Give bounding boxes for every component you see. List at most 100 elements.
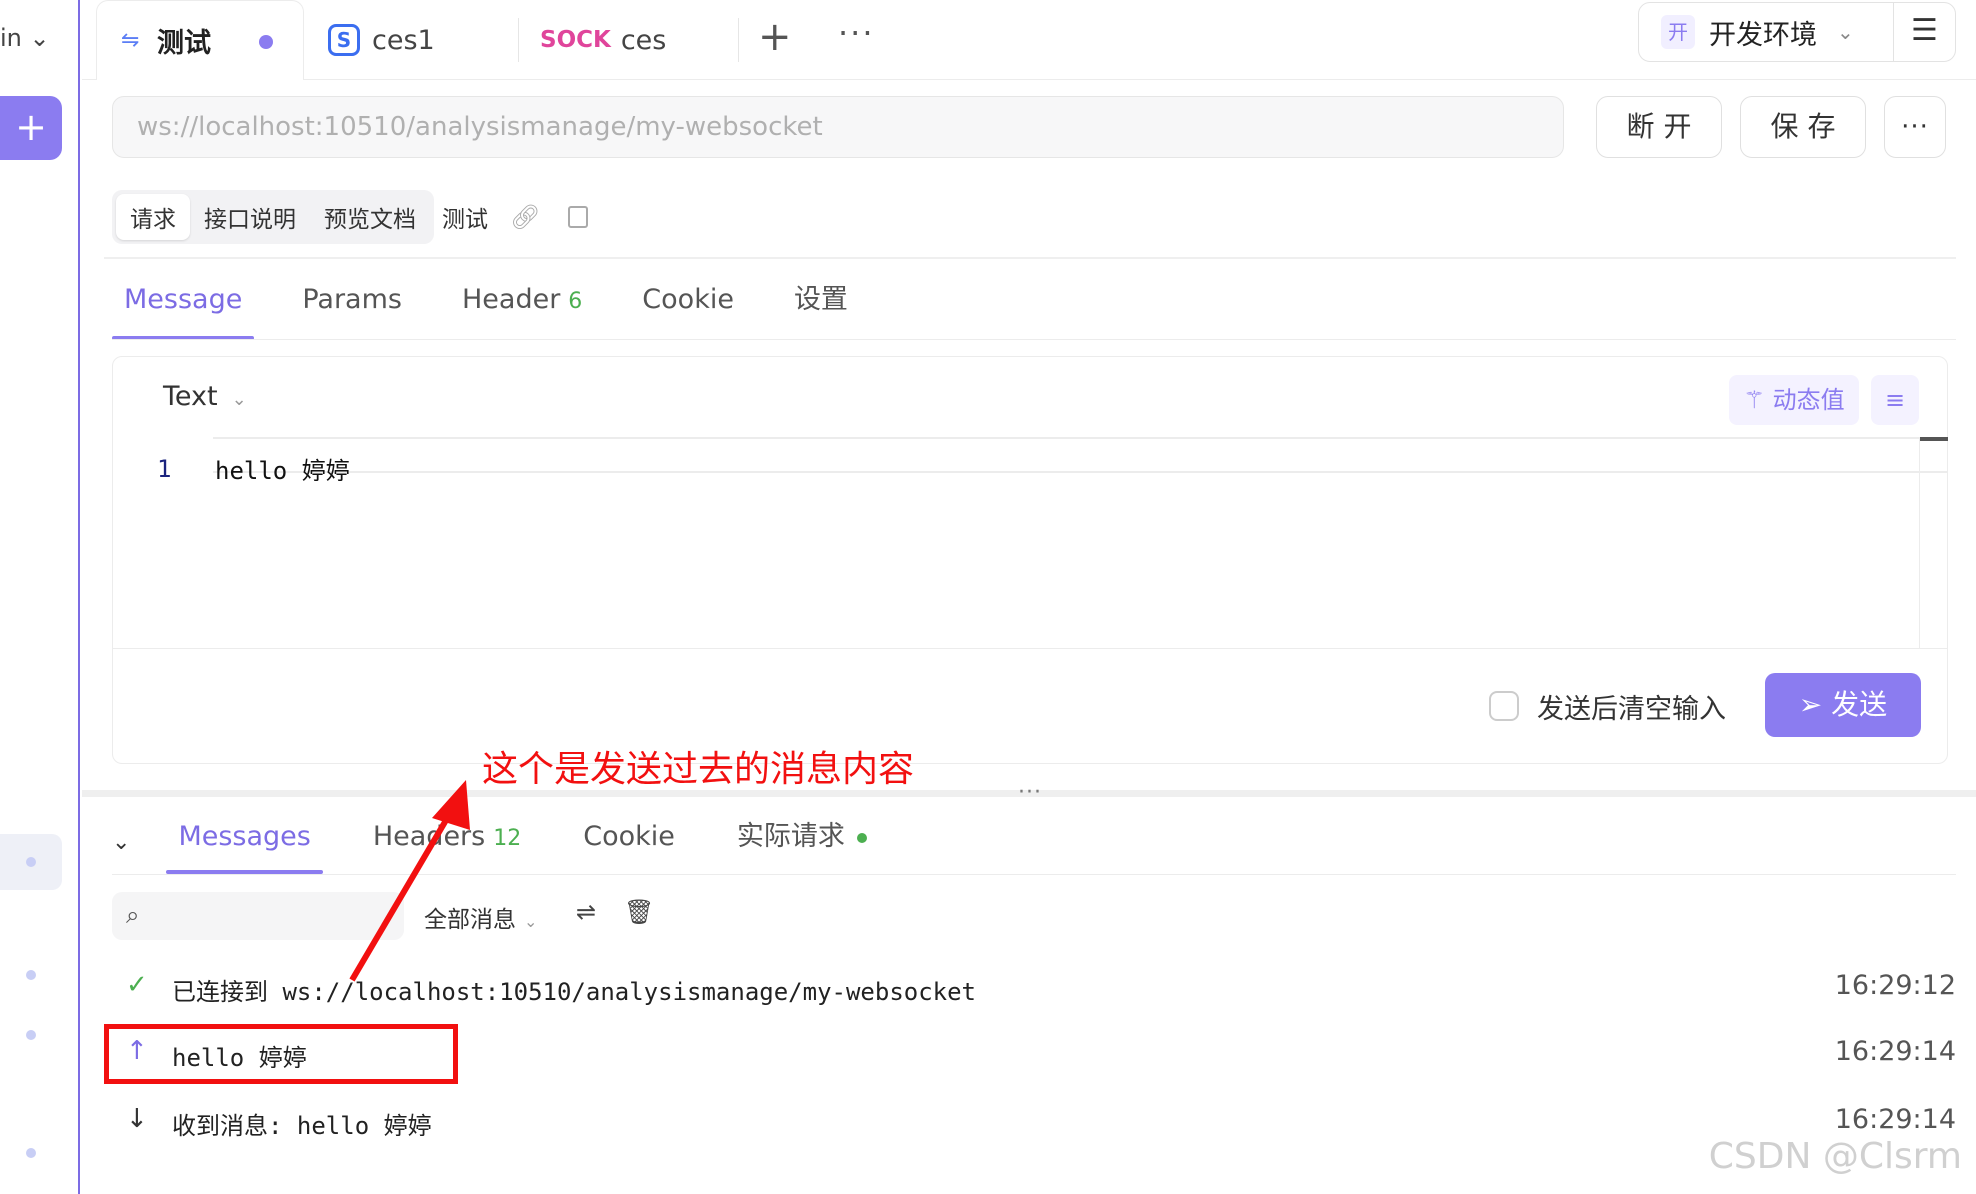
tree-dot	[26, 1148, 36, 1158]
tab-actual-request-label: 实际请求	[736, 821, 845, 852]
message-time: 16:29:14	[1834, 1104, 1956, 1135]
doc-tab-test[interactable]: 测试	[442, 200, 488, 234]
annotation-text: 这个是发送过去的消息内容	[482, 749, 915, 790]
tab-messages[interactable]: Messages	[166, 810, 324, 874]
doc-tab-segment: 请求 接口说明 预览文档	[112, 190, 434, 244]
doc-tab-description[interactable]: 接口说明	[190, 194, 310, 240]
editor-content[interactable]: hello 婷婷	[215, 451, 350, 486]
tab-label: ces	[620, 24, 667, 56]
tab-ces1[interactable]: S ces1	[328, 0, 518, 80]
unsaved-dot	[259, 35, 273, 49]
tab-cookie[interactable]: Cookie	[630, 280, 746, 340]
more-tabs-button[interactable]: ···	[838, 14, 875, 52]
environment-selector[interactable]: 开 开发环境 ⌄ ☰	[1638, 2, 1956, 62]
status-dot	[856, 832, 867, 843]
trash-icon[interactable]: 🗑︎	[624, 898, 654, 926]
annotation-arrow	[349, 780, 470, 982]
scrollbar-thumb[interactable]	[1920, 437, 1948, 441]
doc-tab-preview[interactable]: 预览文档	[310, 194, 430, 240]
dynamic-value-button[interactable]: ⚚ 动态值	[1729, 375, 1859, 425]
env-badge: 开	[1661, 15, 1695, 49]
clear-after-send-label[interactable]: 发送后清空输入	[1537, 687, 1726, 726]
clear-after-send-checkbox[interactable]	[1489, 691, 1519, 721]
arrow-down-icon: ↓	[126, 1104, 148, 1134]
collapse-chevron-icon[interactable]: ⌄	[112, 830, 130, 855]
tab-params-label: Params	[302, 284, 402, 315]
tab-sock-ces[interactable]: SOCK ces	[540, 0, 730, 80]
tab-separator	[738, 18, 739, 62]
message-text: 收到消息: hello 婷婷	[172, 1112, 432, 1140]
send-label: 发送	[1831, 688, 1888, 721]
tree-dot	[26, 1030, 36, 1040]
tab-header-label: Header	[461, 284, 561, 315]
tree-dot	[26, 970, 36, 980]
tab-header[interactable]: Header 6	[450, 280, 594, 340]
wrap-lines-icon[interactable]: ⇌	[576, 898, 596, 926]
hamburger-menu-icon[interactable]: ☰	[1893, 3, 1955, 61]
tab-message-label: Message	[124, 284, 243, 315]
message-time: 16:29:14	[1834, 1036, 1956, 1067]
tab-messages-label: Messages	[178, 821, 311, 852]
doc-tab-request[interactable]: 请求	[116, 194, 190, 240]
tab-cookie-label: Cookie	[583, 821, 675, 852]
doc-tabs: 请求 接口说明 预览文档 测试 🔗︎	[112, 190, 589, 244]
save-button[interactable]: 保 存	[1740, 96, 1866, 158]
message-text: 已连接到 ws://localhost:10510/analysismanage…	[172, 978, 977, 1006]
headers-count: 12	[493, 826, 522, 851]
websocket-icon: ⇋	[121, 27, 140, 53]
workspace-selector[interactable]: in ⌄	[0, 24, 50, 52]
active-line-highlight	[213, 437, 1947, 473]
message-row[interactable]: ↓ 收到消息: hello 婷婷 16:29:14	[112, 1092, 1956, 1152]
tab-cookie-label: Cookie	[642, 284, 734, 315]
tab-label: 测试	[157, 28, 211, 59]
add-button[interactable]: +	[0, 96, 62, 160]
chevron-down-icon: ⌄	[524, 912, 538, 931]
editor-scrollbar[interactable]	[1919, 437, 1948, 649]
tab-label: ces1	[372, 24, 435, 56]
connected-check-icon: ✓	[126, 970, 148, 1000]
magic-wand-icon: ⚚	[1743, 386, 1773, 414]
tab-actual-request[interactable]: 实际请求	[725, 810, 879, 874]
link-icon[interactable]: 🔗︎	[510, 203, 540, 231]
more-options-button[interactable]: ···	[1884, 96, 1946, 158]
code-editor[interactable]: 1 hello 婷婷	[113, 437, 1948, 649]
env-name: 开发环境	[1709, 19, 1817, 51]
header-count: 6	[568, 289, 583, 314]
tab-response-cookie[interactable]: Cookie	[571, 810, 687, 874]
copy-icon[interactable]	[568, 206, 589, 228]
paper-plane-icon: ➢	[1798, 688, 1832, 721]
search-icon: ⌕	[126, 901, 140, 929]
sock-prefix: SOCK	[540, 27, 611, 53]
divider	[104, 257, 1956, 259]
chevron-down-icon: ⌄	[1837, 20, 1854, 44]
tab-params[interactable]: Params	[290, 280, 414, 340]
request-tabs: Message Params Header 6 Cookie 设置	[112, 280, 896, 340]
response-tabs: ⌄ Messages Headers 12 Cookie 实际请求	[112, 810, 917, 874]
tab-message[interactable]: Message	[112, 280, 255, 340]
tab-separator	[518, 18, 519, 62]
new-tab-button[interactable]: +	[758, 14, 792, 60]
send-button[interactable]: ➢ 发送	[1765, 673, 1921, 737]
message-time: 16:29:12	[1834, 970, 1956, 1001]
line-number: 1	[157, 455, 172, 483]
watermark: CSDN @Clsrm	[1708, 1136, 1962, 1177]
word-wrap-icon[interactable]: ≡	[1871, 375, 1919, 425]
divider	[112, 339, 1956, 340]
tab-websocket-test[interactable]: ⇋ 测试	[96, 0, 304, 80]
chevron-down-icon: ⌄	[231, 389, 247, 410]
message-editor-panel: Text ⌄ ⚚ 动态值 ≡ 1 hello 婷婷 发送后清空输入 ➢ 发送	[112, 356, 1948, 764]
app-root: in ⌄ + ⇋ 测试 S ces1 SOCK ces + ··· 开 开发环境…	[0, 0, 1976, 1194]
format-select[interactable]: Text ⌄	[163, 381, 247, 412]
disconnect-button[interactable]: 断 开	[1596, 96, 1722, 158]
drag-handle-icon[interactable]: ···	[1018, 780, 1042, 805]
format-value: Text	[163, 381, 218, 412]
left-sidebar: in ⌄ +	[0, 0, 80, 1194]
tree-dot	[26, 857, 36, 867]
tab-bar: ⇋ 测试 S ces1 SOCK ces + ··· 开 开发环境 ⌄ ☰	[82, 0, 1976, 80]
tab-settings-label: 设置	[793, 284, 848, 315]
url-input[interactable]: ws://localhost:10510/analysismanage/my-w…	[112, 96, 1564, 158]
dynamic-value-label: 动态值	[1772, 386, 1845, 414]
tab-settings[interactable]: 设置	[782, 280, 860, 340]
socketio-icon: S	[328, 24, 360, 56]
annotation-highlight-box	[104, 1024, 458, 1084]
